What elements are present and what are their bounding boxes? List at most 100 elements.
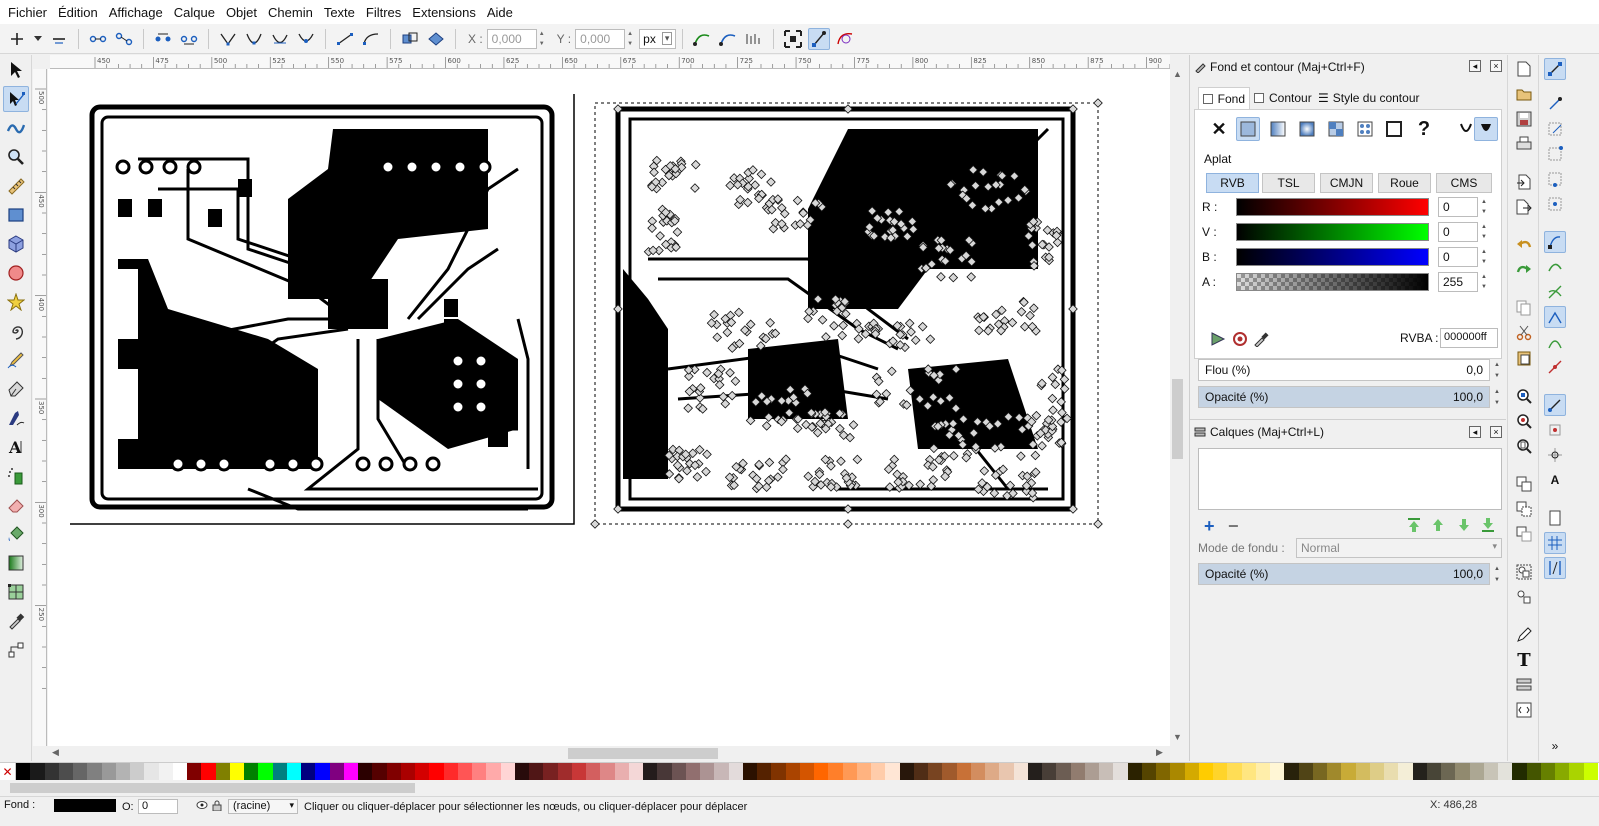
unset-paint-icon[interactable]: ? [1412,117,1436,141]
clip-path-icon[interactable] [717,28,739,50]
path-node[interactable] [734,307,744,318]
path-node[interactable] [702,367,712,378]
path-node[interactable] [766,177,776,187]
y-spin-arrows[interactable]: ▲ ▼ [625,29,635,49]
palette-swatch[interactable] [928,763,943,781]
path-node[interactable] [852,454,863,465]
color-mode-roue[interactable]: Roue [1378,173,1431,193]
tab-fill[interactable]: Fond [1198,87,1250,109]
pen-tool-icon[interactable] [3,376,29,402]
palette-swatch[interactable] [614,763,629,781]
path-node[interactable] [843,504,853,514]
path-node[interactable] [683,403,693,413]
palette-swatch[interactable] [1583,763,1598,781]
color-mode-cms[interactable]: CMS [1436,173,1492,193]
snap-midpoint-icon[interactable] [1544,356,1566,378]
path-node[interactable] [948,272,959,283]
palette-swatch[interactable] [1141,763,1156,781]
snap-rotation-center-icon[interactable] [1544,444,1566,466]
palette-swatch[interactable] [172,763,187,781]
palette-swatch[interactable] [1398,763,1413,781]
layers-panel-icon[interactable] [1513,674,1535,696]
palette-swatch[interactable] [1013,763,1028,781]
import-icon[interactable] [1513,171,1535,193]
object-to-path-icon[interactable] [399,28,421,50]
export-icon[interactable] [1513,196,1535,218]
collapse-dialog-icon[interactable]: ◂ [1469,60,1481,72]
palette-swatch[interactable] [30,763,45,781]
add-layer-icon[interactable]: + [1204,516,1215,537]
path-node[interactable] [1059,374,1070,385]
palette-swatch[interactable] [1441,763,1456,781]
palette-swatch[interactable] [1184,763,1199,781]
path-node[interactable] [906,327,916,337]
palette-swatch[interactable] [657,763,672,781]
node-smooth-icon[interactable] [243,28,265,50]
fill-indicator-swatch[interactable] [54,799,116,812]
snap-page-icon[interactable] [1544,507,1566,529]
node-auto-smooth-icon[interactable] [295,28,317,50]
path-node[interactable] [887,366,897,377]
palette-swatch[interactable] [244,763,259,781]
path-node[interactable] [1025,310,1035,321]
blend-mode-select[interactable]: Normal ▾ [1296,538,1502,558]
collapse-layers-icon[interactable]: ◂ [1469,426,1481,438]
snap-path-icon[interactable] [1544,256,1566,278]
vertical-scrollbar[interactable]: ▲ ▼ [1170,69,1185,746]
stroke-to-path-icon[interactable] [425,28,447,50]
flat-color-icon[interactable] [1236,117,1260,141]
remove-layer-icon[interactable]: − [1228,516,1239,537]
path-node[interactable] [773,472,783,482]
palette-swatch[interactable] [101,763,116,781]
blur-spin-arrows[interactable]: ▲ ▼ [1492,359,1502,381]
segment-line-icon[interactable] [334,28,356,50]
palette-swatch[interactable] [187,763,202,781]
snap-bbox-icon[interactable] [1544,93,1566,115]
palette-swatch[interactable] [899,763,914,781]
path-node[interactable] [613,304,623,314]
delete-node-icon[interactable] [48,28,70,50]
menu-item-9[interactable]: Aide [483,5,517,20]
path-node[interactable] [904,318,915,329]
palette-swatch[interactable] [400,763,415,781]
palette-swatch[interactable] [643,763,658,781]
undo-icon[interactable] [1513,234,1535,256]
palette-swatch[interactable] [700,763,715,781]
path-node[interactable] [1068,104,1078,114]
edit-fill-stroke-icon[interactable] [1513,624,1535,646]
path-node[interactable] [848,420,859,430]
swatch-icon[interactable] [1382,117,1406,141]
channel-spin-arrows-r[interactable]: ▲ ▼ [1479,197,1489,217]
menu-item-7[interactable]: Filtres [362,5,405,20]
channel-spin-arrows-a[interactable]: ▲ ▼ [1479,272,1489,292]
palette-swatch[interactable] [1198,763,1213,781]
snap-object-midpoint-icon[interactable] [1544,419,1566,441]
no-paint-icon[interactable]: ✕ [1207,117,1231,141]
close-layers-icon[interactable]: × [1490,426,1502,438]
show-path-outline-icon[interactable] [834,28,856,50]
path-node[interactable] [730,376,741,386]
layers-dialog-header[interactable]: Calques (Maj+Ctrl+L) [1194,422,1324,442]
star-tool-icon[interactable] [3,289,29,315]
palette-swatch[interactable] [1327,763,1342,781]
palette-swatch[interactable] [258,763,273,781]
path-node[interactable] [803,313,813,324]
layers-list[interactable] [1198,448,1502,510]
path-node[interactable] [764,457,775,468]
zoom-drawing-icon[interactable] [1513,410,1535,432]
palette-swatch[interactable] [1227,763,1242,781]
palette-swatch[interactable] [1469,763,1484,781]
snap-guide-icon[interactable] [1544,557,1566,579]
palette-swatch[interactable] [272,763,287,781]
path-node[interactable] [672,227,683,237]
path-node[interactable] [674,473,684,484]
palette-swatch[interactable] [1270,763,1285,781]
palette-swatch[interactable] [215,763,230,781]
palette-swatch[interactable] [229,763,244,781]
delete-segment-icon[interactable] [178,28,200,50]
palette-swatch[interactable] [500,763,515,781]
path-node[interactable] [727,390,737,401]
zoom-page-icon[interactable] [1513,435,1535,457]
path-node[interactable] [948,451,959,461]
palette-swatch[interactable] [73,763,88,781]
